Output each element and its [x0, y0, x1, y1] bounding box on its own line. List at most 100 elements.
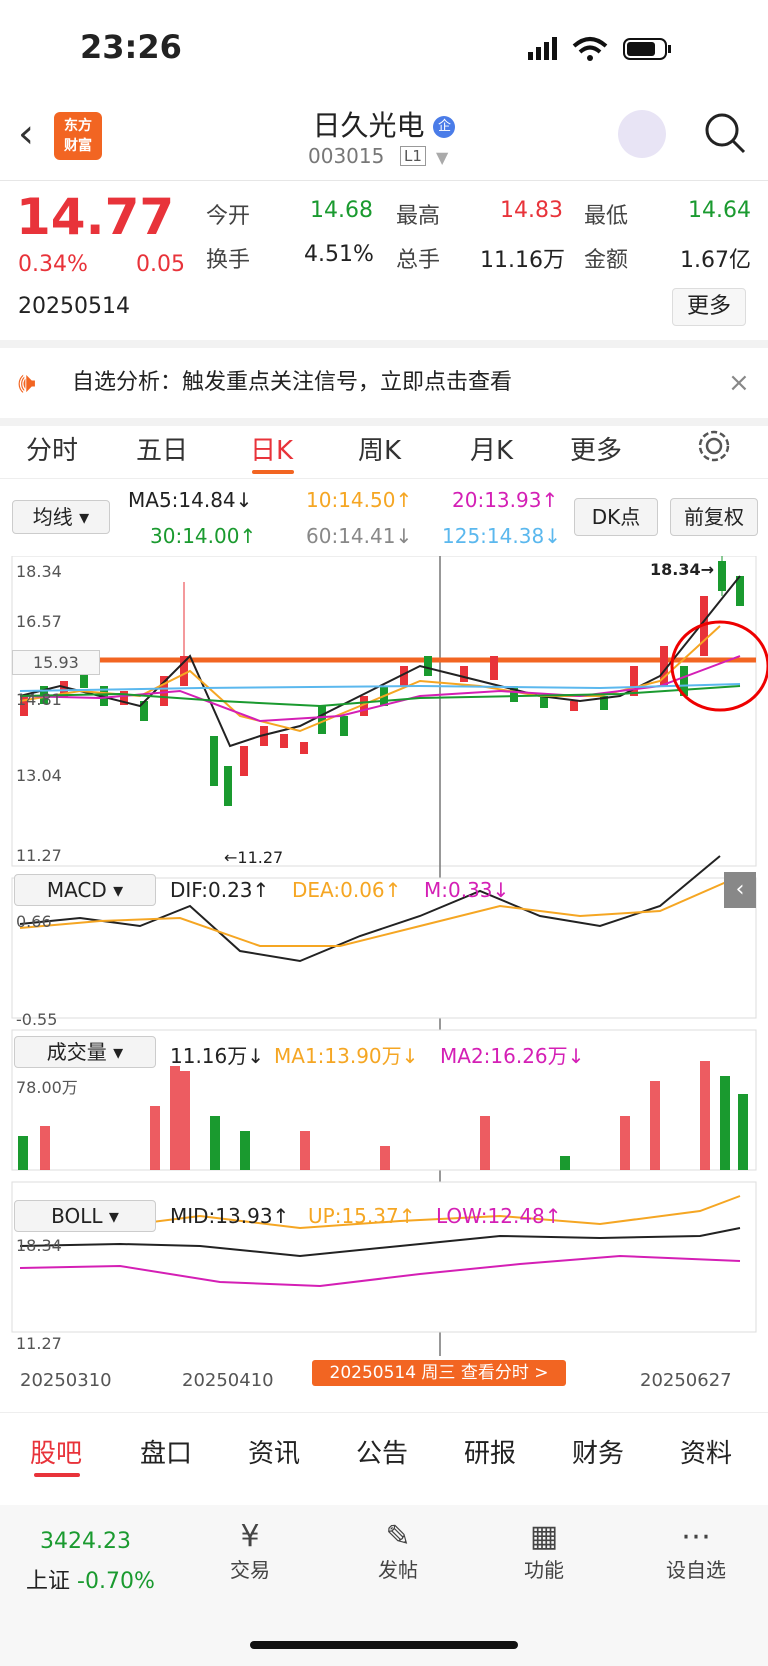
boll-ymax: 18.34	[16, 1236, 62, 1255]
speaker-icon: 🕪	[18, 366, 36, 399]
macd-select[interactable]: MACD ▾	[14, 874, 156, 906]
notice-bar[interactable]: 🕪 自选分析：触发重点关注信号，立即点击查看 ×	[0, 340, 768, 426]
tab-weekly-k[interactable]: 周K	[358, 430, 401, 467]
settings-gear-icon[interactable]	[696, 428, 732, 464]
stock-code: 003015	[308, 144, 385, 168]
x-label-start: 20250310	[20, 1370, 112, 1391]
volume-current: 11.16万↓	[170, 1044, 265, 1068]
tab-orderbook[interactable]: 盘口	[140, 1433, 192, 1470]
macd-dif: DIF:0.23↑	[170, 878, 270, 902]
tab-five-day[interactable]: 五日	[136, 430, 188, 467]
x-label-end: 20250627	[640, 1370, 732, 1391]
level-badge[interactable]: L1	[400, 146, 426, 166]
active-tab-indicator	[252, 470, 294, 474]
x-label-mid: 20250410	[182, 1370, 274, 1391]
ma125-value: 125:14.38↓	[442, 524, 561, 548]
index-value[interactable]: 3424.23	[40, 1529, 131, 1554]
grid-icon: ▦	[529, 1519, 559, 1554]
tab-news[interactable]: 资讯	[248, 1433, 300, 1470]
open-label: 今开	[206, 204, 251, 229]
status-bar: 23:26	[0, 0, 768, 100]
info-tabs: 股吧 盘口 资讯 公告 研报 财务 资料	[0, 1412, 768, 1483]
adjust-button[interactable]: 前复权	[670, 498, 758, 536]
turnover-value: 4.51%	[304, 242, 374, 267]
macd-ymin: -0.55	[16, 1010, 58, 1029]
high-value: 14.83	[500, 198, 563, 223]
bottom-nav: 3424.23 上证 -0.70% ¥ 交易 ✎ 发帖 ▦ 功能 ⋯ 设自选	[0, 1505, 768, 1666]
open-value: 14.68	[310, 198, 373, 223]
chevron-down-icon[interactable]: ▼	[436, 148, 448, 167]
boll-low: LOW:12.48↑	[436, 1204, 562, 1228]
more-button[interactable]: 更多	[672, 288, 746, 326]
y-label-max: 18.34	[16, 562, 62, 581]
y-label-5: 13.04	[16, 766, 62, 785]
tab-research[interactable]: 研报	[464, 1433, 516, 1470]
y-label-4: 14.81	[16, 690, 62, 709]
low-value: 14.64	[688, 198, 751, 223]
clock: 23:26	[80, 28, 182, 66]
cursor-price-label: 15.93	[12, 650, 100, 675]
kline-chart[interactable]	[0, 556, 768, 1412]
volume-ymax: 78.00万	[16, 1078, 78, 1097]
amount-value: 1.67亿	[680, 248, 751, 273]
volume-select[interactable]: 成交量 ▾	[14, 1036, 156, 1068]
tab-monthly-k[interactable]: 月K	[470, 430, 513, 467]
boll-up: UP:15.37↑	[308, 1204, 416, 1228]
add-watchlist-nav[interactable]: ⋯ 设自选	[656, 1519, 736, 1583]
active-info-tab-indicator	[34, 1473, 80, 1477]
tab-announcements[interactable]: 公告	[356, 1433, 408, 1470]
amount-label: 金额	[584, 248, 629, 273]
edit-icon: ✎	[385, 1519, 411, 1554]
tab-daily-k[interactable]: 日K	[250, 430, 293, 467]
tab-intraday[interactable]: 分时	[26, 430, 78, 467]
y-label-min: 11.27	[16, 846, 62, 865]
tab-profile[interactable]: 资料	[680, 1433, 732, 1470]
trade-nav[interactable]: ¥ 交易	[220, 1519, 280, 1583]
y-label-2: 16.57	[16, 612, 62, 631]
ma20-value: 20:13.93↑	[452, 488, 559, 512]
macd-m: M:0.33↓	[424, 878, 510, 902]
volume-value: 11.16万	[480, 248, 565, 273]
robot-assistant-icon[interactable]	[618, 110, 666, 158]
change-amount: 0.05	[136, 252, 185, 277]
notice-text[interactable]: 自选分析：触发重点关注信号，立即点击查看	[72, 348, 512, 418]
home-indicator	[250, 1641, 518, 1649]
tab-more[interactable]: 更多	[570, 430, 622, 467]
low-label: 最低	[584, 204, 629, 229]
ma10-value: 10:14.50↑	[306, 488, 413, 512]
status-icons	[528, 37, 671, 61]
boll-select[interactable]: BOLL ▾	[14, 1200, 156, 1232]
ma-legend: 均线 ▾ MA5:14.84↓ 10:14.50↑ 20:13.93↑ 30:1…	[0, 484, 768, 554]
ma30-value: 30:14.00↑	[150, 524, 257, 548]
date-tooltip[interactable]: 20250514 周三 查看分时 >	[312, 1360, 566, 1386]
max-price-marker: 18.34→	[650, 560, 715, 579]
volume-ma1: MA1:13.90万↓	[274, 1044, 419, 1068]
tab-forum[interactable]: 股吧	[30, 1433, 82, 1470]
dk-point-button[interactable]: DK点	[574, 498, 658, 536]
post-nav[interactable]: ✎ 发帖	[368, 1519, 428, 1583]
current-price: 14.77	[16, 188, 175, 246]
ma-select[interactable]: 均线 ▾	[12, 500, 110, 534]
boll-mid: MID:13.93↑	[170, 1204, 290, 1228]
quote-panel: 14.77 0.34% 0.05 20250514 今开 14.68 最高 14…	[0, 180, 768, 340]
quote-date: 20250514	[18, 294, 130, 319]
tab-financials[interactable]: 财务	[572, 1433, 624, 1470]
more-dots-icon: ⋯	[681, 1519, 711, 1554]
macd-ymax: 0.66	[16, 912, 52, 931]
yuan-icon: ¥	[240, 1519, 260, 1554]
close-icon[interactable]: ×	[728, 348, 750, 418]
enterprise-badge: 企	[433, 116, 456, 138]
min-price-marker: ←11.27	[224, 848, 284, 867]
high-label: 最高	[396, 204, 441, 229]
functions-nav[interactable]: ▦ 功能	[514, 1519, 574, 1583]
index-line[interactable]: 上证 -0.70%	[26, 1563, 155, 1595]
search-icon[interactable]	[702, 110, 748, 156]
turnover-label: 换手	[206, 248, 251, 273]
change-percent: 0.34%	[18, 252, 88, 277]
boll-ymin: 11.27	[16, 1334, 62, 1353]
volume-ma2: MA2:16.26万↓	[440, 1044, 585, 1068]
period-tabs: 分时 五日 日K 周K 月K 更多	[0, 418, 768, 479]
volume-label: 总手	[396, 248, 441, 273]
collapse-panel-icon[interactable]: ‹	[724, 872, 756, 908]
ma5-value: MA5:14.84↓	[128, 488, 253, 512]
